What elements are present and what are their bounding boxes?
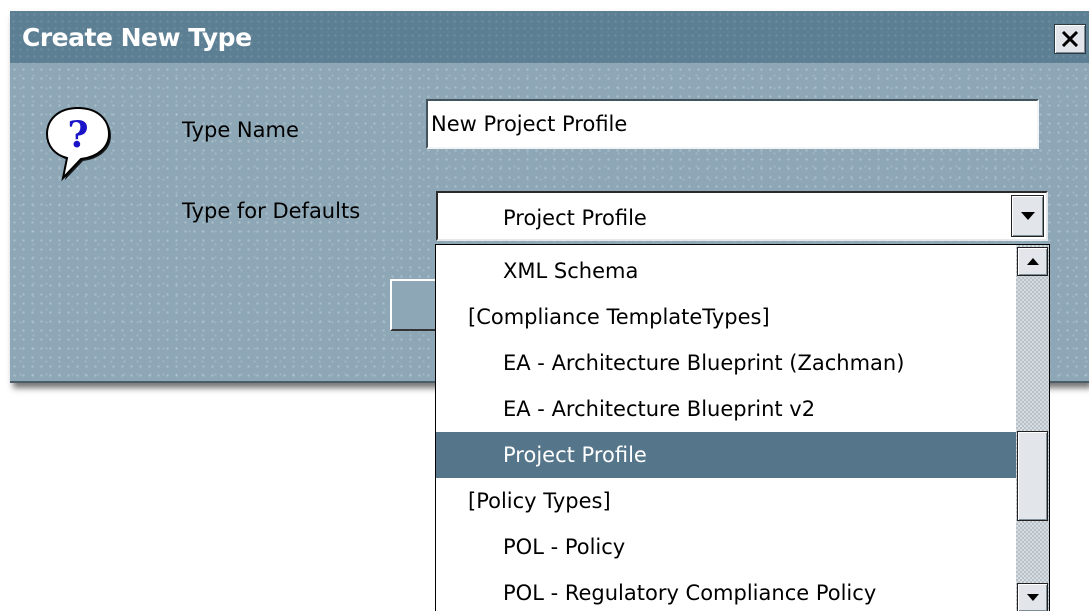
title-bar[interactable]: Create New Type xyxy=(10,11,1089,63)
type-for-defaults-combobox[interactable]: Project Profile xyxy=(436,191,1048,241)
list-item[interactable]: POL - Regulatory Compliance Policy xyxy=(436,570,1016,611)
dialog-title: Create New Type xyxy=(22,23,252,52)
list-item[interactable]: XML Schema xyxy=(436,248,1016,294)
scroll-up-button[interactable] xyxy=(1017,247,1048,276)
arrow-down-icon xyxy=(1026,594,1039,601)
list-item[interactable]: EA - Architecture Blueprint v2 xyxy=(436,386,1016,432)
list-item[interactable]: EA - Architecture Blueprint (Zachman) xyxy=(436,340,1016,386)
scroll-down-button[interactable] xyxy=(1017,583,1048,611)
dropdown-scrollbar[interactable] xyxy=(1016,245,1049,611)
type-for-defaults-value: Project Profile xyxy=(503,206,647,230)
list-group-header: [Policy Types] xyxy=(468,489,611,513)
type-for-defaults-label: Type for Defaults xyxy=(182,199,361,223)
type-name-input[interactable] xyxy=(426,99,1039,149)
ok-button[interactable] xyxy=(390,279,436,331)
close-button[interactable] xyxy=(1054,24,1086,54)
close-icon xyxy=(1061,31,1079,47)
chevron-down-icon xyxy=(1020,212,1035,220)
svg-text:?: ? xyxy=(67,114,88,156)
arrow-up-icon xyxy=(1026,258,1039,265)
type-name-label: Type Name xyxy=(182,118,299,142)
list-item[interactable]: Project Profile xyxy=(436,432,1016,478)
dropdown-arrow-button[interactable] xyxy=(1011,195,1044,237)
type-dropdown-list[interactable]: XML Schema [Compliance TemplateTypes] EA -… xyxy=(435,244,1050,611)
scroll-thumb[interactable] xyxy=(1017,430,1048,521)
question-icon: ? xyxy=(45,106,111,182)
list-item[interactable]: POL - Policy xyxy=(436,524,1016,570)
list-group-header: [Compliance TemplateTypes] xyxy=(468,305,770,329)
